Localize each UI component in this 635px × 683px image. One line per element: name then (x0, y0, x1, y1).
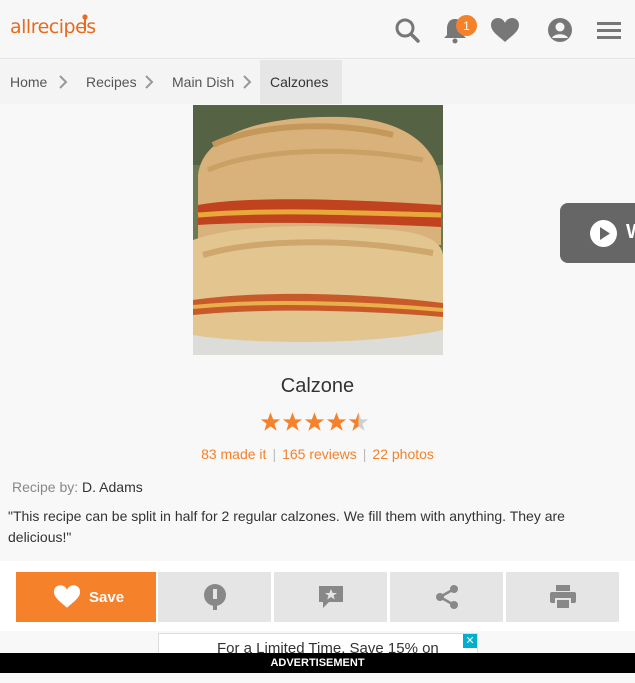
divider: | (362, 446, 367, 462)
recipe-by-label: Recipe by: (12, 479, 79, 495)
heart-icon (53, 585, 81, 608)
made-it-link[interactable]: 83 made it (201, 446, 266, 462)
save-button[interactable]: Save (16, 572, 156, 622)
print-icon (549, 585, 576, 609)
share-icon (435, 585, 458, 609)
write-review-button[interactable] (274, 572, 387, 622)
star-rating[interactable] (260, 411, 369, 433)
recipe-title: Calzone (280, 375, 355, 397)
heart-icon[interactable] (489, 14, 521, 46)
breadcrumb-current[interactable]: Calzones (260, 60, 342, 104)
search-icon[interactable] (392, 14, 422, 46)
add-tip-button[interactable] (158, 572, 271, 622)
action-bar: Save (0, 561, 635, 631)
save-label: Save (89, 589, 125, 606)
photos-link[interactable]: 22 photos (372, 446, 434, 462)
watch-label: W (626, 221, 635, 244)
tip-icon (203, 584, 226, 610)
recipe-description: "This recipe can be split in half for 2 … (8, 508, 565, 545)
watch-video-button[interactable]: W (560, 203, 635, 263)
author-link[interactable]: D. Adams (82, 479, 143, 495)
advertisement[interactable]: For a Limited Time, Save 15% on ✕ (158, 633, 478, 655)
advertisement-label: ADVERTISEMENT (0, 653, 635, 673)
recipe-photo[interactable] (193, 105, 443, 355)
print-button[interactable] (506, 572, 619, 622)
recipe-stats: 83 made it | 165 reviews | 22 photos (0, 446, 635, 462)
menu-icon[interactable] (594, 14, 624, 46)
breadcrumb: Home Recipes Main Dish Calzones (0, 60, 635, 104)
close-icon[interactable]: ✕ (463, 634, 477, 648)
review-icon (318, 586, 343, 608)
chevron-right-icon (243, 75, 252, 89)
chevron-right-icon (59, 75, 68, 89)
share-button[interactable] (390, 572, 503, 622)
star-icon (260, 412, 281, 431)
play-icon (590, 220, 617, 247)
reviews-link[interactable]: 165 reviews (282, 446, 357, 462)
recipe-byline: Recipe by: D. Adams (12, 479, 143, 495)
breadcrumb-recipes[interactable]: Recipes (86, 60, 137, 104)
divider: | (272, 446, 277, 462)
notification-badge: 1 (456, 15, 477, 36)
star-icon (304, 412, 325, 431)
chevron-right-icon (145, 75, 154, 89)
half-star-icon (348, 412, 369, 431)
star-icon (326, 412, 347, 431)
profile-icon[interactable] (545, 14, 575, 46)
breadcrumb-home[interactable]: Home (10, 60, 47, 104)
top-header: allrecipes 1 (0, 0, 635, 59)
star-icon (282, 412, 303, 431)
breadcrumb-main-dish[interactable]: Main Dish (172, 60, 234, 104)
logo-spoon-icon (82, 14, 88, 31)
